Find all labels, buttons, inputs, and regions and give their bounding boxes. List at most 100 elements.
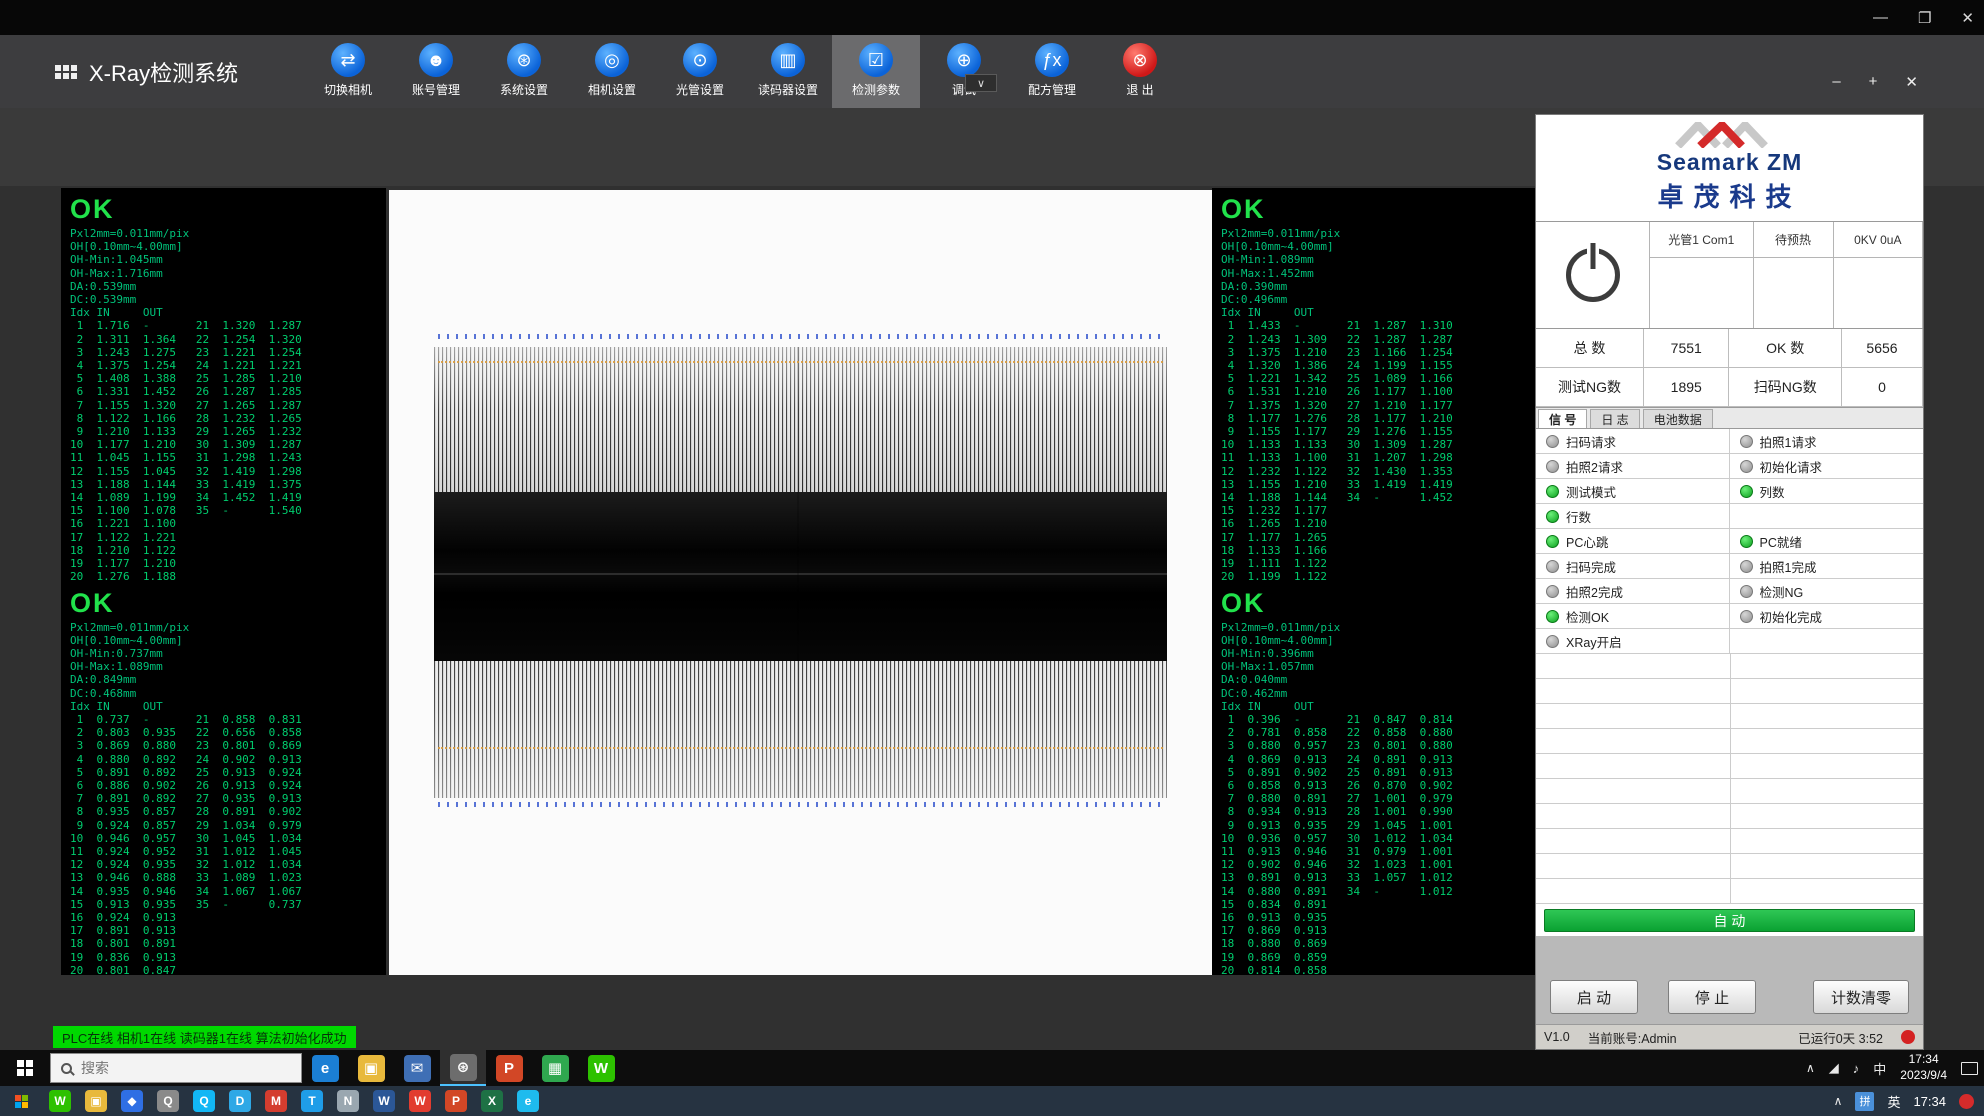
- language-indicator[interactable]: 英: [1887, 1092, 1900, 1111]
- wechat-icon[interactable]: W: [42, 1086, 78, 1116]
- app-market-icon[interactable]: ◆: [114, 1086, 150, 1116]
- table-row: 20 1.276 1.188: [70, 570, 377, 581]
- wechat-icon[interactable]: W: [578, 1050, 624, 1086]
- start-button[interactable]: 启 动: [1550, 980, 1638, 1014]
- signal-status-dot: [1740, 460, 1753, 473]
- meta-line: DA:0.390mm: [1221, 280, 1526, 293]
- dingtalk-icon[interactable]: D: [222, 1086, 258, 1116]
- toolbar-item-icon: ⊗: [1123, 43, 1157, 77]
- excel-icon[interactable]: X: [474, 1086, 510, 1116]
- taskbar-clock[interactable]: 17:34 2023/9/4: [1900, 1052, 1947, 1083]
- stop-button[interactable]: 停 止: [1668, 980, 1756, 1014]
- outer-maximize-button[interactable]: ❐: [1918, 9, 1931, 27]
- tab-battery-data[interactable]: 电池数据: [1643, 409, 1713, 428]
- powerpoint-icon[interactable]: P: [438, 1086, 474, 1116]
- antivirus-badge-icon[interactable]: [1959, 1094, 1974, 1109]
- table-row: 17 1.177 1.265: [1221, 531, 1526, 544]
- image-viewer-icon[interactable]: ▦: [532, 1050, 578, 1086]
- toolbar-item-reader-settings[interactable]: ▥ 读码器设置: [744, 35, 832, 108]
- signal-label: PC心跳: [1566, 532, 1608, 551]
- signal-label: 初始化完成: [1760, 607, 1823, 626]
- action-center-icon[interactable]: [1961, 1062, 1978, 1075]
- app-close-button[interactable]: ✕: [1905, 73, 1918, 91]
- table-row: 16 1.265 1.210: [1221, 517, 1526, 530]
- table-row: 14 0.935 0.946 34 1.067 1.067: [70, 885, 377, 898]
- table-row: 11 1.133 1.100 31 1.207 1.298: [1221, 451, 1526, 464]
- tray-expand-chevron-icon[interactable]: ∧: [1806, 1061, 1815, 1075]
- ime-indicator[interactable]: 中: [1873, 1059, 1886, 1078]
- toolbar-item-exit[interactable]: ⊗ 退 出: [1096, 35, 1184, 108]
- meta-line: OH-Max:1.716mm: [70, 267, 377, 280]
- outer-close-button[interactable]: ✕: [1961, 9, 1974, 27]
- mail-client-icon[interactable]: M: [258, 1086, 294, 1116]
- app-plus-button[interactable]: +: [1869, 73, 1878, 91]
- search-input[interactable]: [81, 1060, 261, 1076]
- toolbar-item-detect-params[interactable]: ☑ 检测参数: [832, 35, 920, 108]
- tab-log[interactable]: 日 志: [1590, 409, 1639, 428]
- start-button-secondary[interactable]: [0, 1086, 42, 1116]
- xray-power-button[interactable]: [1536, 222, 1650, 328]
- windows-taskbar: e ▣ ✉ ⊛ P ▦: [0, 1050, 1984, 1086]
- clock-date: 2023/9/4: [1900, 1068, 1947, 1084]
- table-row: 18 1.133 1.166: [1221, 544, 1526, 557]
- toolbar-item-icon: ⊛: [507, 43, 541, 77]
- auto-mode-button[interactable]: 自 动: [1544, 909, 1915, 932]
- table-row: 2 0.781 0.858 22 0.858 0.880: [1221, 726, 1526, 739]
- outer-minimize-button[interactable]: —: [1873, 9, 1888, 26]
- toolbar-item-system-settings[interactable]: ⊛ 系统设置: [480, 35, 568, 108]
- app-minimize-button[interactable]: –: [1832, 73, 1840, 91]
- start-button[interactable]: [0, 1050, 50, 1086]
- table-row: 18 0.801 0.891: [70, 937, 377, 950]
- xray-image: [389, 190, 1212, 975]
- file-explorer-icon[interactable]: ▣: [78, 1086, 114, 1116]
- notepad-icon[interactable]: N: [330, 1086, 366, 1116]
- table-row: 11 0.924 0.952 31 1.012 1.045: [70, 845, 377, 858]
- control-panel: Seamark ZM 卓茂科技 光管1 Com1 待预热 0KV 0uA 总 数…: [1535, 114, 1924, 1050]
- mail-icon[interactable]: ✉: [394, 1050, 440, 1086]
- ime-icon[interactable]: 拼: [1855, 1092, 1874, 1111]
- clock-time-secondary: 17:34: [1913, 1094, 1946, 1109]
- table-row: 16 1.221 1.100: [70, 517, 377, 530]
- search-tool-icon[interactable]: Q: [150, 1086, 186, 1116]
- annotation-marks-bottom: [438, 802, 1162, 807]
- stat-value: 0: [1842, 368, 1923, 407]
- toolbar-item-camera-settings[interactable]: ◎ 相机设置: [568, 35, 656, 108]
- toolbar-item-recipe-management[interactable]: ƒx 配方管理: [1008, 35, 1096, 108]
- reset-count-button[interactable]: 计数清零: [1813, 980, 1909, 1014]
- tray-expand-chevron-icon[interactable]: ∧: [1834, 1094, 1843, 1108]
- table-row: 19 0.836 0.913: [70, 951, 377, 964]
- powerpoint-icon[interactable]: P: [486, 1050, 532, 1086]
- table-row: 6 0.858 0.913 26 0.870 0.902: [1221, 779, 1526, 792]
- table-row: 11 1.045 1.155 31 1.298 1.243: [70, 451, 377, 464]
- volume-icon[interactable]: ♪: [1853, 1061, 1860, 1076]
- signal-indicator: [1730, 629, 1924, 654]
- browser-icon[interactable]: e: [302, 1050, 348, 1086]
- network-icon[interactable]: ◢: [1829, 1060, 1839, 1076]
- qq-icon[interactable]: Q: [186, 1086, 222, 1116]
- toolbar-dropdown-chevron-icon[interactable]: ∨: [965, 74, 997, 92]
- wps-icon[interactable]: W: [402, 1086, 438, 1116]
- app-title: X-Ray检测系统: [89, 56, 238, 88]
- clock-time: 17:34: [1900, 1052, 1947, 1068]
- table-row: 15 1.100 1.078 35 - 1.540: [70, 504, 377, 517]
- tim-icon[interactable]: T: [294, 1086, 330, 1116]
- table-row: 20 0.814 0.858: [1221, 964, 1526, 975]
- table-row: 16 0.913 0.935: [1221, 911, 1526, 924]
- toolbar-item-label: 相机设置: [588, 81, 636, 98]
- signal-status-dot: [1546, 560, 1559, 573]
- tab-signal[interactable]: 信 号: [1538, 409, 1587, 428]
- meta-line: DA:0.040mm: [1221, 673, 1526, 686]
- toolbar-item-debug[interactable]: ⊕ 调试: [920, 35, 1008, 108]
- toolbar-item-tube-settings[interactable]: ⊙ 光管设置: [656, 35, 744, 108]
- taskbar-search[interactable]: [50, 1053, 302, 1083]
- word-icon[interactable]: W: [366, 1086, 402, 1116]
- toolbar-item-switch-camera[interactable]: ⇄ 切换相机: [304, 35, 392, 108]
- runtime-label: 已运行0天 3:52: [1798, 1028, 1883, 1047]
- table-row: 5 0.891 0.892 25 0.913 0.924: [70, 766, 377, 779]
- file-explorer-icon[interactable]: ▣: [348, 1050, 394, 1086]
- toolbar-item-account-management[interactable]: ☻ 账号管理: [392, 35, 480, 108]
- meta-line: Idx IN OUT: [1221, 306, 1526, 319]
- ie-icon[interactable]: e: [510, 1086, 546, 1116]
- app-icon-glyph: X: [481, 1090, 503, 1112]
- settings-gear-icon[interactable]: ⊛: [440, 1050, 486, 1086]
